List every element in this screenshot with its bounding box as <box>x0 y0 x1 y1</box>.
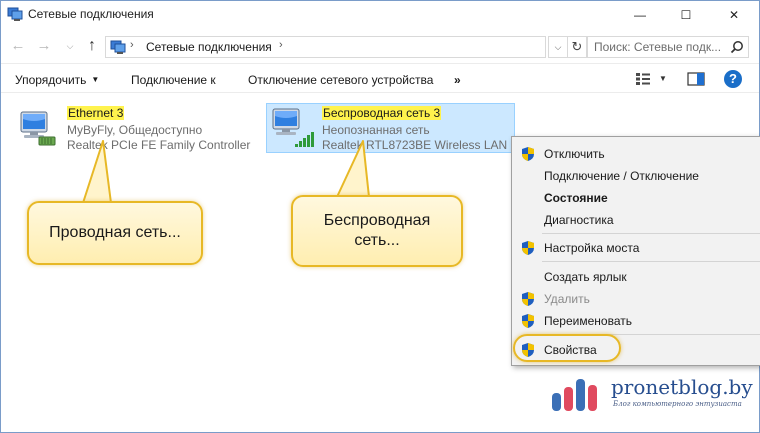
recent-locations-button[interactable]: ⌵ <box>61 37 79 55</box>
navigation-bar: ← → ⌵ ↑ › Сетевые подключения › ⌵ ↻ Поис… <box>1 31 759 63</box>
uac-shield-icon <box>522 292 534 306</box>
menu-item-rename[interactable]: Переименовать <box>512 310 760 332</box>
refresh-button[interactable]: ↻ <box>567 36 587 58</box>
callout-text: Беспроводная сеть... <box>324 211 430 251</box>
uac-shield-icon <box>522 314 534 328</box>
window-title: Сетевые подключения <box>28 7 154 21</box>
callout-line: Беспроводная <box>323 212 431 229</box>
menu-item-connect-disconnect[interactable]: Подключение / Отключение <box>512 165 760 187</box>
organize-label: Упорядочить <box>15 73 87 87</box>
menu-item-delete: Удалить <box>512 288 760 310</box>
properties-highlight-ring <box>513 334 621 362</box>
menu-item-bridge[interactable]: Настройка моста <box>512 237 760 259</box>
wireless-connection-icon <box>272 108 314 147</box>
connection-name: Ethernet 3 <box>67 106 125 120</box>
menu-item-create-shortcut[interactable]: Создать ярлык <box>512 266 760 288</box>
search-input[interactable]: Поиск: Сетевые подк... <box>587 36 749 58</box>
callout-line: сеть... <box>354 232 400 249</box>
network-connections-icon <box>110 40 126 54</box>
menu-separator <box>542 261 760 262</box>
menu-item-label: Настройка моста <box>544 241 640 255</box>
uac-shield-icon <box>522 147 534 161</box>
connection-status: MyByFly, Общедоступно <box>67 123 203 137</box>
change-view-icon[interactable] <box>635 72 651 86</box>
breadcrumb-separator[interactable]: › <box>130 39 134 51</box>
title-bar: Сетевые подключения — ☐ ✕ <box>1 1 759 29</box>
back-button[interactable]: ← <box>9 37 27 55</box>
connection-adapter: Realtek PCIe FE Family Controller <box>67 138 251 152</box>
command-bar: Упорядочить ▼ Подключение к Отключение се… <box>1 63 759 93</box>
ethernet-connection-icon <box>20 111 56 146</box>
organize-menu[interactable]: Упорядочить ▼ <box>15 73 99 87</box>
callout-wired-network: Проводная сеть... <box>27 201 203 265</box>
connection-adapter: Realtek RTL8723BE Wireless LAN 8... <box>322 138 528 152</box>
menu-item-label: Удалить <box>544 292 590 306</box>
connection-status: Неопознанная сеть <box>322 123 430 137</box>
address-bar[interactable]: › Сетевые подключения › <box>105 36 546 58</box>
menu-item-label: Подключение / Отключение <box>544 169 699 183</box>
close-button[interactable]: ✕ <box>711 1 757 29</box>
menu-item-label: Переименовать <box>544 314 632 328</box>
explorer-window: Сетевые подключения — ☐ ✕ ← → ⌵ ↑ › Сете… <box>0 0 760 433</box>
chevron-down-icon: ▼ <box>91 75 100 84</box>
breadcrumb-separator[interactable]: › <box>279 39 283 51</box>
connection-item-wireless[interactable]: Беспроводная сеть 3 Неопознанная сеть Re… <box>266 103 527 153</box>
menu-item-diagnose[interactable]: Диагностика <box>512 209 760 231</box>
connect-to-button[interactable]: Подключение к <box>131 73 216 87</box>
menu-item-disable[interactable]: Отключить <box>512 143 760 165</box>
view-options-dropdown[interactable]: ▼ <box>659 74 667 83</box>
callout-wireless-network: Беспроводная сеть... <box>291 195 463 267</box>
help-button[interactable]: ? <box>724 70 742 88</box>
site-logo-icon <box>552 379 597 411</box>
site-watermark: pronetblog.by <box>611 375 753 399</box>
menu-item-label: Состояние <box>544 191 608 205</box>
site-tagline: Блог компьютерного энтузиаста <box>613 400 742 408</box>
connection-name: Беспроводная сеть 3 <box>322 106 442 120</box>
menu-item-status[interactable]: Состояние <box>512 187 760 209</box>
connection-item-ethernet[interactable]: Ethernet 3 MyByFly, Общедоступно Realtek… <box>15 103 255 153</box>
preview-pane-icon[interactable] <box>687 72 705 86</box>
context-menu: Отключить Подключение / Отключение Состо… <box>511 136 760 366</box>
callout-text: Проводная сеть... <box>49 224 181 241</box>
address-dropdown-button[interactable]: ⌵ <box>548 36 568 58</box>
breadcrumb-item[interactable]: Сетевые подключения <box>146 40 272 54</box>
minimize-button[interactable]: — <box>617 1 663 29</box>
search-icon[interactable] <box>730 40 744 54</box>
network-connections-icon <box>7 7 23 21</box>
menu-separator <box>542 233 760 234</box>
up-button[interactable]: ↑ <box>83 37 101 55</box>
more-commands-button[interactable]: » <box>454 73 461 87</box>
menu-item-label: Отключить <box>544 147 605 161</box>
menu-item-label: Диагностика <box>544 213 614 227</box>
disable-device-button[interactable]: Отключение сетевого устройства <box>248 73 433 87</box>
forward-button[interactable]: → <box>35 37 53 55</box>
search-placeholder: Поиск: Сетевые подк... <box>594 40 722 54</box>
maximize-button[interactable]: ☐ <box>663 1 709 29</box>
uac-shield-icon <box>522 241 534 255</box>
menu-item-label: Создать ярлык <box>544 270 627 284</box>
